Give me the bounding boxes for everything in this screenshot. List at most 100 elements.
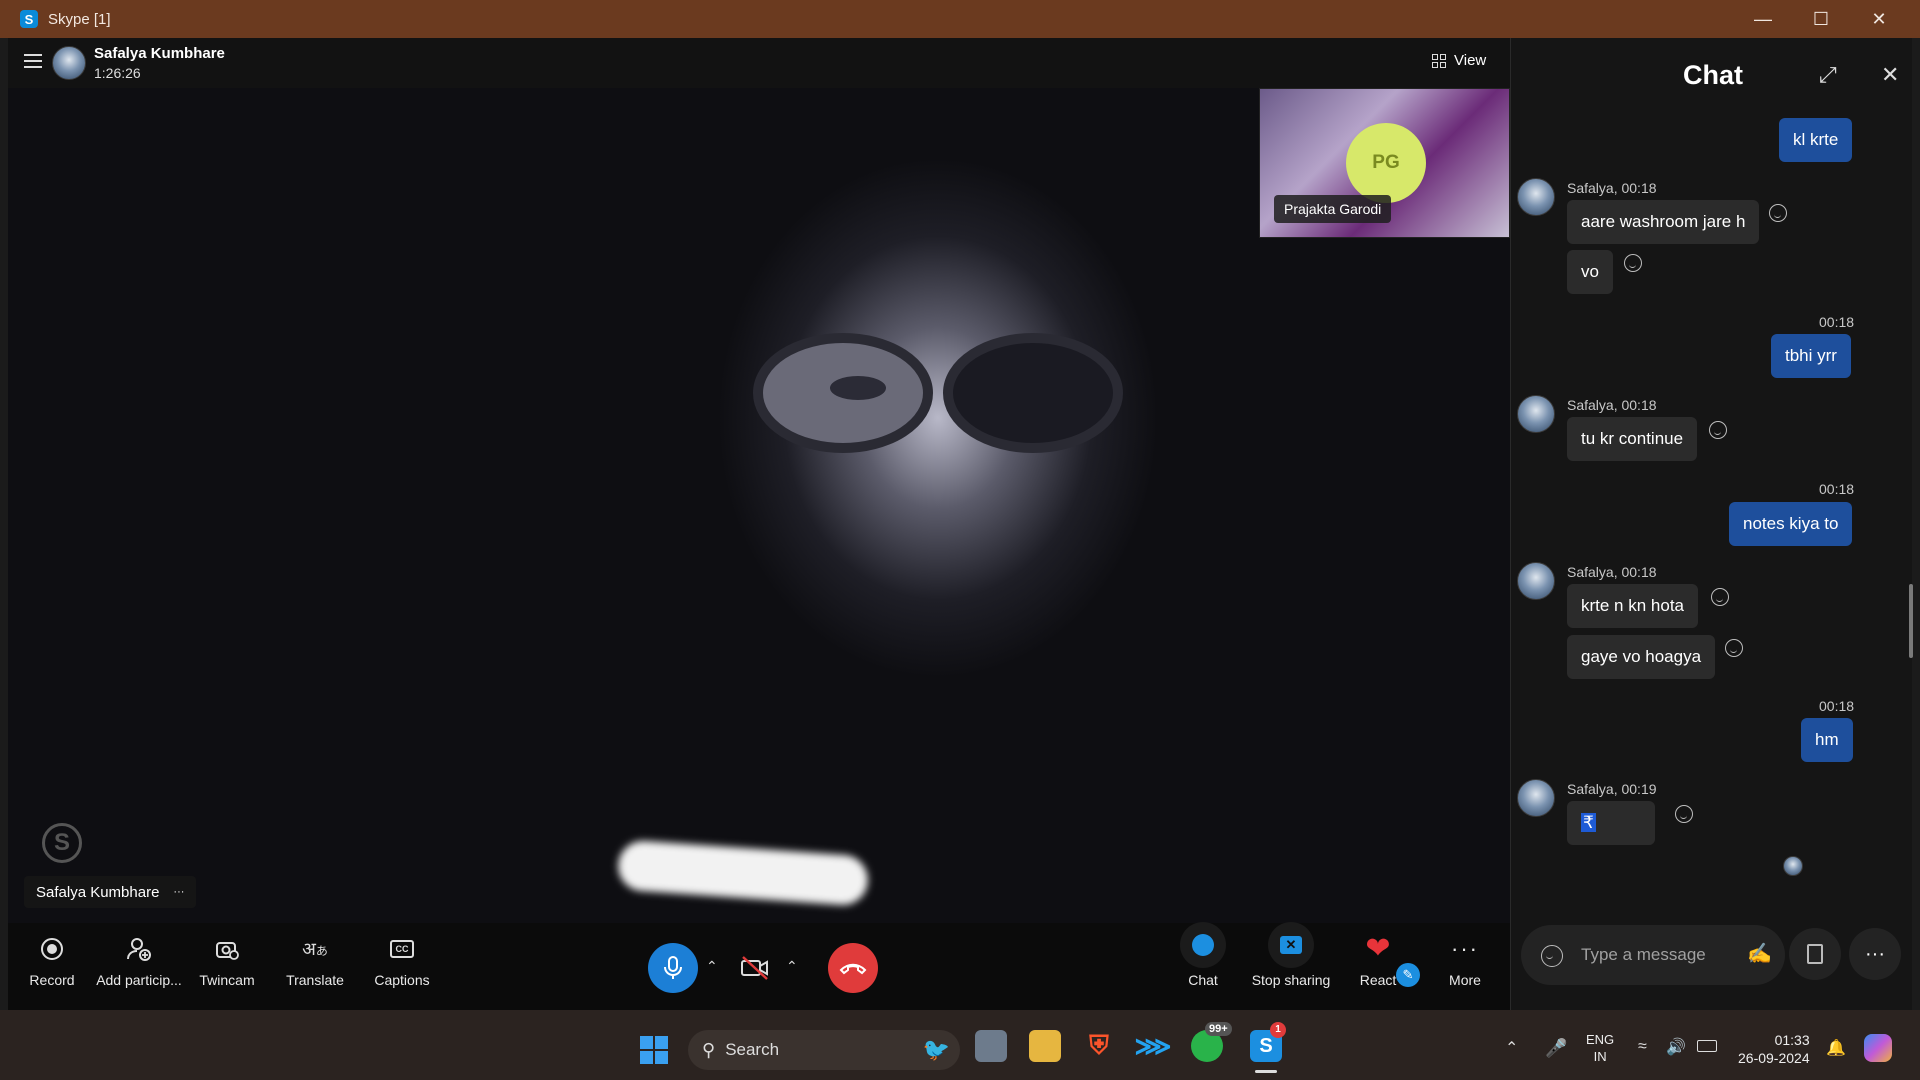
lamp-light	[616, 839, 870, 907]
vscode-icon[interactable]: ⋙	[1135, 1030, 1172, 1062]
minimize-button[interactable]: —	[1734, 0, 1792, 38]
view-button[interactable]: View	[1432, 52, 1486, 69]
edit-pen-icon[interactable]: ✎	[1396, 963, 1420, 987]
record-icon	[41, 938, 63, 960]
camera-off-icon	[741, 956, 768, 980]
hamburger-menu-icon[interactable]	[24, 54, 42, 68]
more-icon: ···	[1451, 936, 1479, 961]
chat-button[interactable]: Chat	[1158, 922, 1248, 988]
close-chat-icon[interactable]: ✕	[1881, 62, 1899, 88]
translate-button[interactable]: अあ Translate	[270, 932, 360, 988]
show-hidden-icons-chevron-icon[interactable]: ⌃	[1505, 1038, 1518, 1058]
clock[interactable]: 01:33 26-09-2024	[1738, 1031, 1810, 1067]
grid-icon	[1432, 53, 1446, 68]
wifi-icon[interactable]: ≈	[1638, 1038, 1647, 1056]
contact-avatar[interactable]	[52, 46, 86, 80]
window-title: Skype [1]	[48, 10, 111, 28]
search-highlight-bird-icon: 🐦	[922, 1037, 950, 1062]
message-bubble[interactable]: vo	[1567, 250, 1613, 294]
message-bubble[interactable]: hm	[1801, 718, 1853, 762]
message-bubble[interactable]: krte n kn hota	[1567, 584, 1699, 628]
record-button[interactable]: Record	[7, 932, 97, 988]
brave-browser-icon[interactable]: ⛨	[1083, 1030, 1115, 1062]
skype-watermark-icon: S	[42, 823, 82, 863]
camera-options-chevron-icon[interactable]: ⌃	[786, 958, 798, 975]
captions-button[interactable]: CC Captions	[357, 932, 447, 988]
message-meta: 00:18	[1819, 314, 1855, 330]
maximize-button[interactable]: ☐	[1792, 0, 1850, 38]
task-view-icon[interactable]	[975, 1030, 1007, 1062]
add-reaction-icon[interactable]	[1769, 204, 1787, 222]
participant-tile[interactable]: PG Prajakta Garodi	[1259, 88, 1510, 238]
message-bubble[interactable]: gaye vo hoagya	[1567, 635, 1716, 679]
chat-more-options-icon[interactable]: ···	[1849, 928, 1901, 980]
taskbar-search[interactable]: ⚲ Search 🐦	[688, 1030, 960, 1070]
message-bubble[interactable]: aare washroom jare h	[1567, 200, 1760, 244]
whatsapp-icon[interactable]: 99+	[1191, 1022, 1232, 1062]
sender-avatar[interactable]	[1517, 178, 1555, 216]
message-meta: Safalya, 00:19	[1567, 781, 1657, 797]
send-file-button[interactable]	[1789, 928, 1841, 980]
message-input[interactable]: Type a message	[1581, 945, 1706, 965]
handwriting-pen-icon[interactable]: ✍	[1747, 941, 1772, 966]
message-bubble[interactable]: ₹	[1567, 801, 1655, 845]
camera-toggle-button[interactable]	[730, 943, 780, 993]
message-bubble[interactable]: kl krte	[1779, 118, 1853, 162]
message-meta: Safalya, 00:18	[1567, 397, 1657, 413]
microphone-button[interactable]	[648, 943, 698, 993]
microphone-icon	[664, 956, 682, 979]
emoji-picker-icon[interactable]	[1541, 945, 1563, 967]
sender-avatar[interactable]	[1517, 395, 1555, 433]
skype-app-icon: S	[20, 10, 38, 28]
title-bar: S Skype [1] — ☐ ✕	[0, 0, 1920, 38]
copilot-icon[interactable]	[1864, 1034, 1892, 1062]
skype-taskbar-icon[interactable]: S 1	[1250, 1022, 1286, 1062]
chat-label: Chat	[1188, 972, 1218, 988]
skype-badge: 1	[1270, 1022, 1286, 1038]
add-reaction-icon[interactable]	[1709, 421, 1727, 439]
message-bubble[interactable]: tbhi yrr	[1771, 334, 1851, 378]
stop-sharing-button[interactable]: ✕ Stop sharing	[1246, 922, 1336, 988]
chat-title: Chat	[1683, 60, 1743, 90]
microphone-tray-icon[interactable]: 🎤	[1545, 1038, 1567, 1059]
translate-label: Translate	[286, 972, 344, 988]
message-meta: Safalya, 00:18	[1567, 564, 1657, 580]
video-subject-glasses	[753, 333, 1123, 453]
notifications-icon[interactable]: 🔔	[1826, 1038, 1846, 1058]
record-label: Record	[29, 972, 75, 988]
mic-options-chevron-icon[interactable]: ⌃	[706, 958, 718, 975]
windows-start-icon[interactable]	[640, 1036, 668, 1064]
search-icon: ⚲	[702, 1039, 716, 1060]
add-reaction-icon[interactable]	[1675, 805, 1693, 823]
add-reaction-icon[interactable]	[1624, 254, 1642, 272]
close-window-button[interactable]: ✕	[1850, 0, 1908, 38]
clock-time: 01:33	[1774, 1032, 1810, 1048]
add-participant-button[interactable]: Add particip...	[94, 932, 184, 988]
selected-text: ₹	[1581, 813, 1596, 832]
more-button[interactable]: ··· More	[1420, 932, 1510, 988]
captions-icon: CC	[390, 940, 414, 958]
chat-scrollbar[interactable]	[1909, 584, 1913, 658]
sender-avatar[interactable]	[1517, 562, 1555, 600]
twincam-icon	[216, 942, 239, 960]
expand-chat-icon[interactable]: ⤢	[1819, 62, 1837, 88]
main-video-feed: S Safalya Kumbhare ··· PG Prajakta Garod…	[8, 88, 1510, 923]
lang-in: IN	[1593, 1049, 1607, 1064]
twincam-label: Twincam	[199, 972, 255, 988]
twincam-button[interactable]: Twincam	[182, 932, 272, 988]
battery-icon[interactable]	[1697, 1040, 1717, 1052]
message-bubble[interactable]: notes kiya to	[1729, 502, 1853, 546]
participant-avatar: PG	[1346, 123, 1426, 203]
video-options-button[interactable]: ···	[173, 886, 184, 898]
input-language[interactable]: ENG IN	[1586, 1031, 1614, 1065]
volume-icon[interactable]: 🔊	[1666, 1037, 1686, 1057]
add-reaction-icon[interactable]	[1711, 588, 1729, 606]
message-meta: 00:18	[1819, 698, 1855, 714]
file-explorer-icon[interactable]	[1029, 1030, 1061, 1062]
message-bubble[interactable]: tu kr continue	[1567, 417, 1698, 461]
end-call-button[interactable]	[828, 943, 878, 993]
captions-label: Captions	[374, 972, 430, 988]
sender-avatar[interactable]	[1517, 779, 1555, 817]
windows-taskbar	[0, 1010, 1920, 1080]
add-reaction-icon[interactable]	[1725, 639, 1743, 657]
